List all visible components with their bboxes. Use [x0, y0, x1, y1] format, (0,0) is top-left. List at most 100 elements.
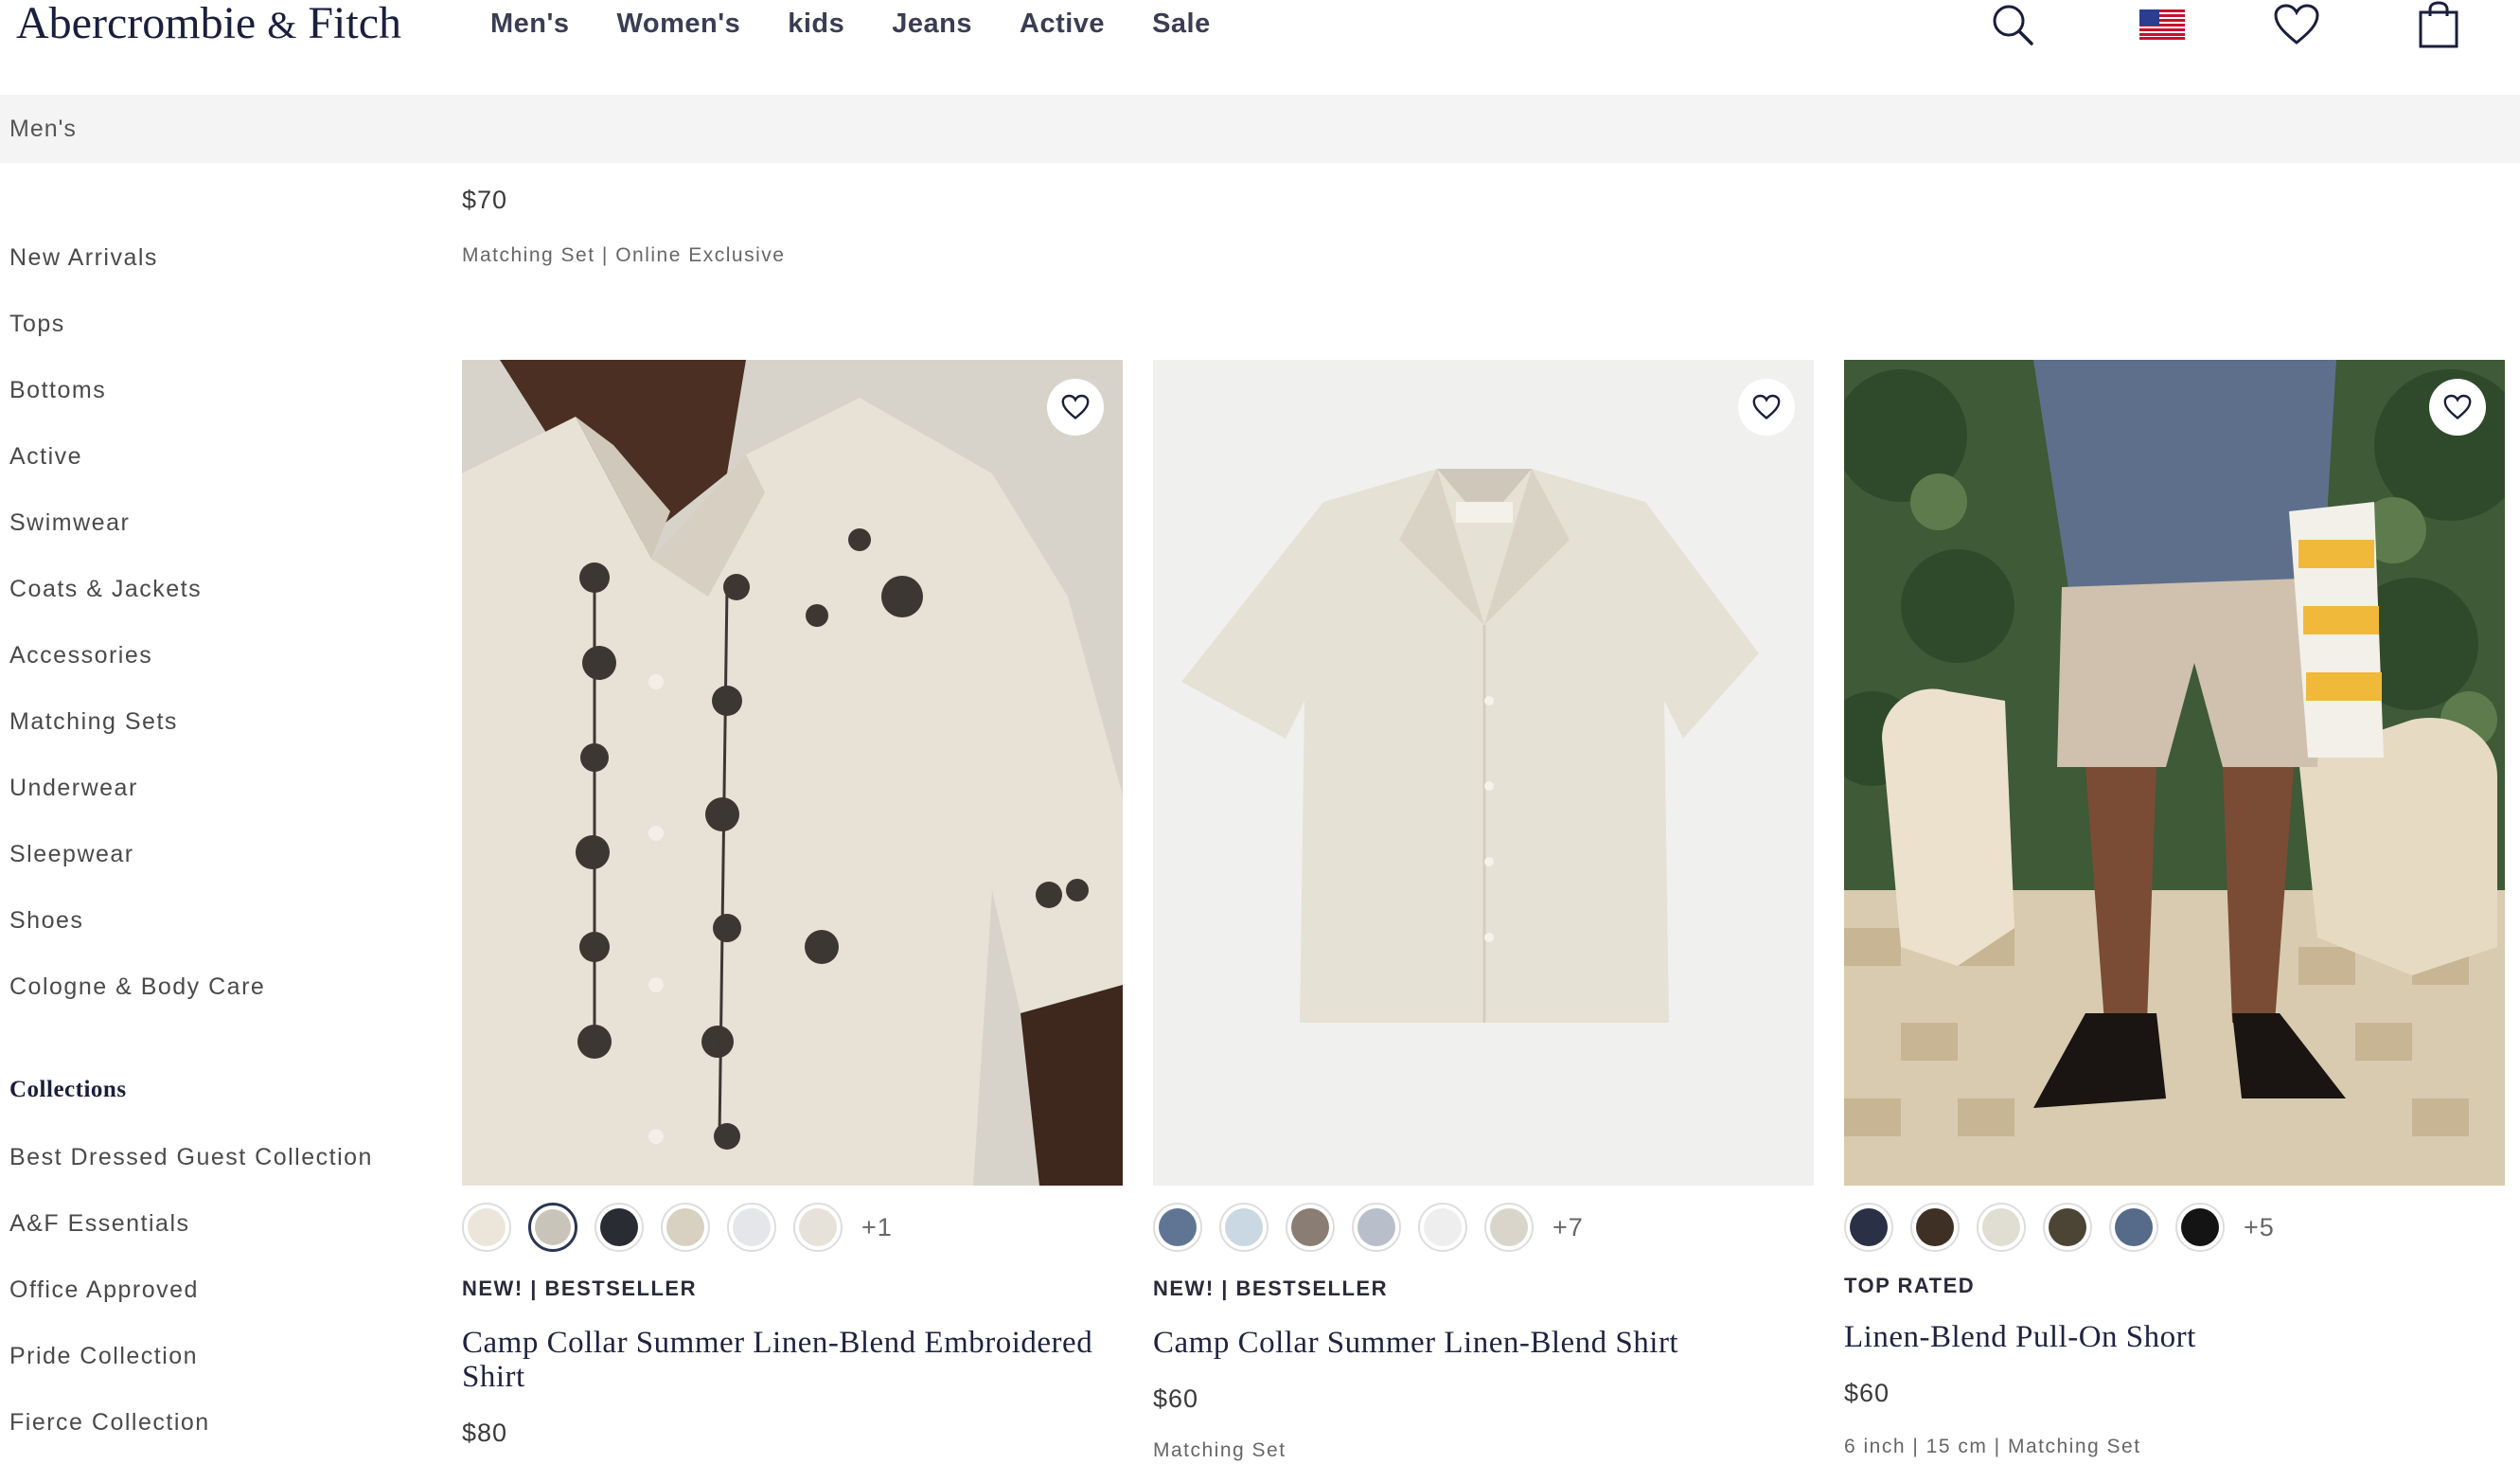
nav-item-active[interactable]: Active [1020, 0, 1105, 47]
product-badge: TOP RATED [1844, 1274, 1976, 1297]
color-swatch[interactable] [727, 1203, 776, 1252]
more-colors-count[interactable]: +5 [2244, 1213, 2275, 1242]
product-name[interactable]: Linen-Blend Pull-On Short [1844, 1320, 2497, 1354]
product-name[interactable]: Camp Collar Summer Linen-Blend Shirt [1153, 1326, 1806, 1360]
product-image[interactable] [1153, 360, 1814, 1186]
product-price: $60 [1153, 1384, 1199, 1413]
heart-icon[interactable] [2272, 0, 2321, 49]
product-meta: Matching Set [1153, 1439, 1287, 1461]
previous-item-meta: Matching Set | Online Exclusive [462, 244, 786, 266]
product-card[interactable]: +5 TOP RATED Linen-Blend Pull-On Short $… [1844, 360, 2505, 1457]
color-swatch[interactable] [1977, 1203, 2026, 1252]
color-swatch[interactable] [462, 1203, 511, 1252]
color-swatches: +5 [1844, 1203, 2275, 1252]
swatch-color [535, 1209, 571, 1245]
color-swatch[interactable] [1286, 1203, 1335, 1252]
sidebar-item-active[interactable]: Active [9, 443, 82, 471]
product-card[interactable]: +7 NEW! | BESTSELLER Camp Collar Summer … [1153, 360, 1814, 1461]
product-card[interactable]: +1 NEW! | BESTSELLER Camp Collar Summer … [462, 360, 1123, 1447]
sidebar-item-best-dressed-guest[interactable]: Best Dressed Guest Collection [9, 1144, 373, 1171]
sidebar-item-fierce-collection[interactable]: Fierce Collection [9, 1409, 210, 1437]
collections-heading: Collections [9, 1077, 127, 1102]
breadcrumb: Men's [0, 95, 2520, 163]
nav-item-mens[interactable]: Men's [490, 0, 570, 47]
product-image[interactable] [1844, 360, 2505, 1186]
swatch-color [468, 1208, 506, 1246]
swatch-color [2181, 1208, 2219, 1246]
sidebar-item-matching-sets[interactable]: Matching Sets [9, 708, 178, 736]
more-colors-count[interactable]: +7 [1553, 1213, 1584, 1242]
brand-logo[interactable]: Abercrombie & Fitch [16, 0, 401, 47]
swatch-color [666, 1208, 704, 1246]
color-swatch[interactable] [661, 1203, 710, 1252]
brand-name-part1: Abercrombie [16, 0, 257, 48]
nav-item-jeans[interactable]: Jeans [892, 0, 972, 47]
sidebar-item-accessories[interactable]: Accessories [9, 642, 152, 670]
swatch-color [733, 1208, 771, 1246]
swatch-color [1490, 1208, 1528, 1246]
color-swatch[interactable] [1484, 1203, 1534, 1252]
main-nav: Men's Women's kids Jeans Active Sale [490, 0, 1258, 47]
swatch-color [1225, 1208, 1263, 1246]
product-badge: NEW! | BESTSELLER [462, 1277, 697, 1300]
color-swatch[interactable] [1352, 1203, 1401, 1252]
color-swatch[interactable] [2175, 1203, 2225, 1252]
wishlist-heart-icon[interactable] [2429, 379, 2486, 436]
swatch-color [1916, 1208, 1954, 1246]
sidebar-item-af-essentials[interactable]: A&F Essentials [9, 1210, 190, 1238]
swatch-color [1424, 1208, 1462, 1246]
color-swatches: +7 [1153, 1203, 1584, 1252]
product-price: $60 [1844, 1379, 1890, 1407]
brand-ampersand: & [267, 4, 297, 46]
product-image[interactable] [462, 360, 1123, 1186]
more-colors-count[interactable]: +1 [861, 1213, 893, 1242]
color-swatch[interactable] [793, 1203, 843, 1252]
color-swatch[interactable] [1153, 1203, 1202, 1252]
swatch-color [2049, 1208, 2086, 1246]
us-flag-icon[interactable] [2138, 0, 2187, 49]
sidebar-item-cologne-body-care[interactable]: Cologne & Body Care [9, 973, 265, 1001]
color-swatch[interactable] [595, 1203, 644, 1252]
sidebar-item-sleepwear[interactable]: Sleepwear [9, 841, 134, 868]
product-name[interactable]: Camp Collar Summer Linen-Blend Embroider… [462, 1326, 1115, 1394]
swatch-color [799, 1208, 837, 1246]
nav-item-kids[interactable]: kids [788, 0, 844, 47]
swatch-color [1159, 1208, 1197, 1246]
product-badge: NEW! | BESTSELLER [1153, 1277, 1388, 1300]
sidebar-item-bottoms[interactable]: Bottoms [9, 377, 106, 404]
swatch-color [600, 1208, 638, 1246]
color-swatch[interactable] [2109, 1203, 2158, 1252]
sidebar-item-shoes[interactable]: Shoes [9, 907, 83, 935]
sidebar-item-underwear[interactable]: Underwear [9, 775, 138, 802]
product-price: $80 [462, 1419, 508, 1447]
sidebar-item-swimwear[interactable]: Swimwear [9, 509, 130, 537]
search-icon[interactable] [1988, 0, 2037, 49]
site-header: Abercrombie & Fitch Men's Women's kids J… [0, 0, 2520, 95]
color-swatches: +1 [462, 1203, 893, 1252]
breadcrumb-current[interactable]: Men's [9, 95, 77, 163]
nav-item-sale[interactable]: Sale [1152, 0, 1211, 47]
wishlist-heart-icon[interactable] [1738, 379, 1795, 436]
color-swatch[interactable] [2043, 1203, 2092, 1252]
swatch-color [1291, 1208, 1329, 1246]
swatch-color [1982, 1208, 2020, 1246]
swatch-color [2115, 1208, 2153, 1246]
color-swatch[interactable] [1418, 1203, 1467, 1252]
color-swatch-selected[interactable] [528, 1203, 577, 1252]
previous-item-price: $70 [462, 186, 508, 214]
nav-item-womens[interactable]: Women's [617, 0, 741, 47]
sidebar-item-new-arrivals[interactable]: New Arrivals [9, 244, 158, 272]
sidebar-item-pride-collection[interactable]: Pride Collection [9, 1343, 198, 1370]
color-swatch[interactable] [1910, 1203, 1960, 1252]
brand-name-part2: Fitch [308, 0, 402, 48]
swatch-color [1358, 1208, 1395, 1246]
shopping-bag-icon[interactable] [2414, 0, 2463, 49]
sidebar-item-office-approved[interactable]: Office Approved [9, 1277, 199, 1304]
product-meta: 6 inch | 15 cm | Matching Set [1844, 1436, 2141, 1457]
wishlist-heart-icon[interactable] [1047, 379, 1104, 436]
swatch-color [1850, 1208, 1888, 1246]
sidebar-item-coats-jackets[interactable]: Coats & Jackets [9, 576, 202, 603]
color-swatch[interactable] [1219, 1203, 1269, 1252]
sidebar-item-tops[interactable]: Tops [9, 311, 65, 338]
color-swatch[interactable] [1844, 1203, 1893, 1252]
